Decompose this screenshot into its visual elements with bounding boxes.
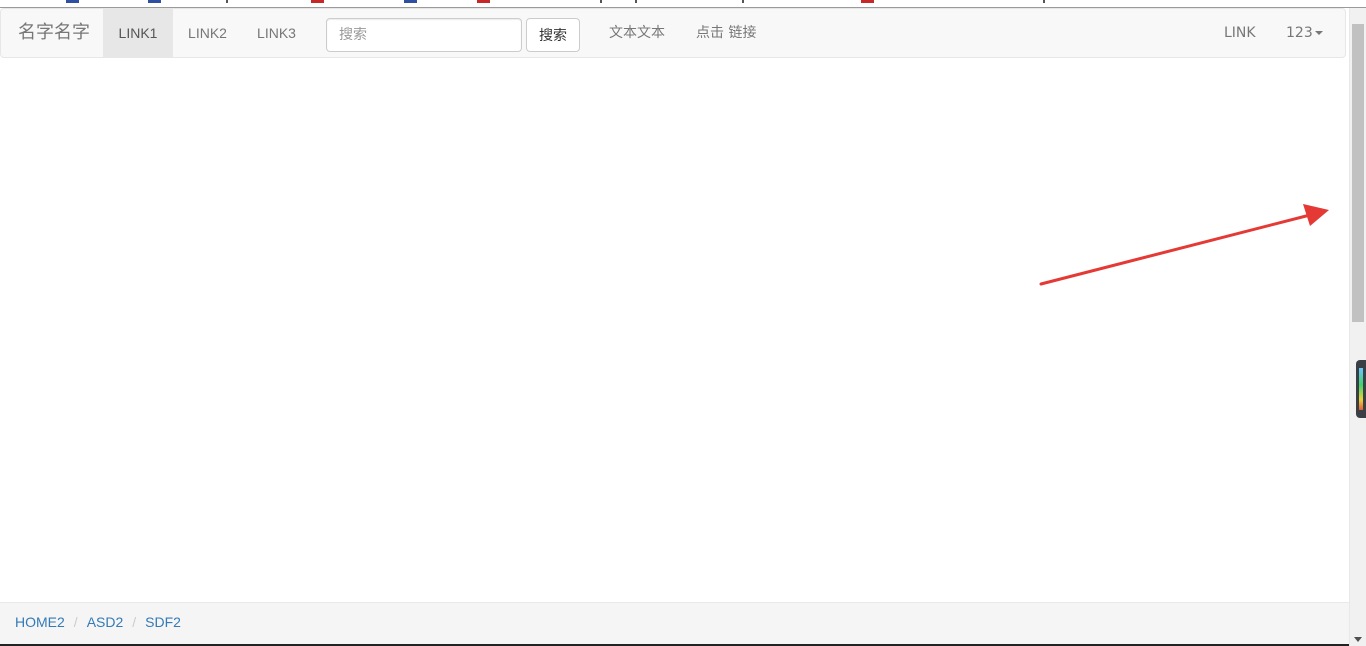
bookmark-favicon-icon[interactable]: [477, 0, 490, 3]
breadcrumb-item-asd2[interactable]: ASD2: [87, 614, 124, 630]
bookmark-text-fragment: [1043, 0, 1045, 3]
bookmark-text-fragment: [742, 0, 744, 3]
breadcrumb-separator: /: [73, 614, 78, 630]
scrollbar-thumb[interactable]: [1352, 24, 1364, 322]
annotation-arrow-icon: [1039, 204, 1329, 286]
bookmark-favicon-icon[interactable]: [311, 0, 324, 3]
navbar-text: 文本文本: [609, 25, 665, 41]
bookmarks-bar-remnant: [0, 0, 1366, 8]
breadcrumb: HOME2 / ASD2 / SDF2: [0, 602, 1349, 646]
search-input[interactable]: [326, 18, 522, 52]
nav-link-3[interactable]: LINK3: [242, 9, 311, 58]
search-button[interactable]: 搜索: [526, 18, 580, 52]
navbar-brand[interactable]: 名字名字: [18, 23, 90, 43]
breadcrumb-separator: /: [132, 614, 137, 630]
bookmark-text-fragment: [600, 0, 602, 3]
breadcrumb-item-home2[interactable]: HOME2: [15, 614, 65, 630]
scroll-down-arrow-icon[interactable]: [1354, 637, 1362, 642]
side-widget-handle[interactable]: [1356, 360, 1366, 418]
dropdown-toggle[interactable]: 123: [1286, 9, 1323, 58]
vertical-scrollbar[interactable]: [1349, 8, 1366, 646]
nav-link-1[interactable]: LINK1: [103, 9, 173, 58]
browser-viewport: 名字名字 LINK1 LINK2 LINK3 搜索 文本文本 点击 链接 LIN…: [0, 0, 1366, 646]
bookmark-favicon-icon[interactable]: [861, 0, 874, 3]
caret-down-icon: [1314, 31, 1323, 35]
bookmark-favicon-icon[interactable]: [66, 0, 79, 3]
bookmark-text-fragment: [226, 0, 228, 3]
top-navbar: 名字名字 LINK1 LINK2 LINK3 搜索 文本文本 点击 链接 LIN…: [0, 8, 1346, 58]
level-meter-icon: [1359, 368, 1363, 410]
breadcrumb-item-sdf2[interactable]: SDF2: [145, 614, 181, 630]
bookmark-favicon-icon[interactable]: [148, 0, 161, 3]
dropdown-label: 123: [1286, 25, 1313, 41]
navbar-click-link[interactable]: 点击 链接: [696, 9, 756, 58]
nav-link-right[interactable]: LINK: [1224, 9, 1256, 58]
bookmark-favicon-icon[interactable]: [404, 0, 417, 3]
nav-link-2[interactable]: LINK2: [173, 9, 242, 58]
bookmark-text-fragment: [635, 0, 637, 3]
